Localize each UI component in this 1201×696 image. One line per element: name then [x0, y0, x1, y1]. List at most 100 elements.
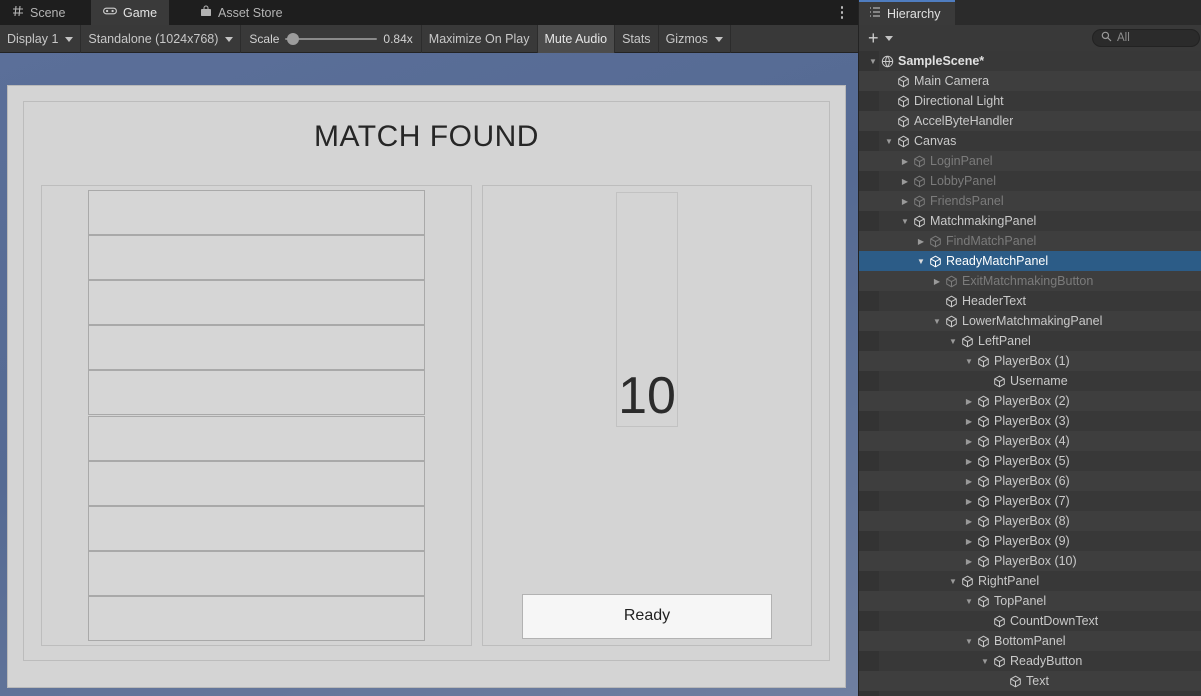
hierarchy-row-readymatchpanel[interactable]: ▼ ReadyMatchPanel: [859, 251, 1201, 271]
tab-game[interactable]: Game: [91, 0, 170, 25]
player-box-list: [88, 190, 425, 641]
tab-hierarchy[interactable]: Hierarchy: [859, 0, 955, 25]
hierarchy-tree[interactable]: ▼ SampleScene* Main Camera Directional Ligh…: [859, 51, 1201, 696]
chevron-down-icon[interactable]: ▼: [883, 137, 895, 146]
chevron-down-icon[interactable]: ▼: [867, 57, 879, 66]
chevron-right-icon[interactable]: ▶: [899, 177, 911, 186]
chevron-down-icon[interactable]: ▼: [947, 337, 959, 346]
chevron-down-icon[interactable]: ▼: [963, 597, 975, 606]
chevron-down-icon[interactable]: ▼: [947, 577, 959, 586]
gameobject-icon: [895, 75, 911, 88]
hierarchy-row-bottompanel[interactable]: ▼ BottomPanel: [859, 631, 1201, 651]
chevron-right-icon[interactable]: ▶: [931, 277, 943, 286]
gameobject-icon: [959, 575, 975, 588]
hierarchy-row-playerbox-10[interactable]: ▶ PlayerBox (10): [859, 551, 1201, 571]
chevron-right-icon[interactable]: ▶: [963, 477, 975, 486]
hierarchy-row-samplescene[interactable]: ▼ SampleScene*: [859, 51, 1201, 71]
chevron-right-icon[interactable]: ▶: [899, 197, 911, 206]
hierarchy-pane: Hierarchy + All ▼ SampleScene* Main Camera…: [858, 0, 1201, 696]
hierarchy-row-exitmatchmakingbutton[interactable]: ▶ ExitMatchmakingButton: [859, 271, 1201, 291]
game-view-canvas[interactable]: MATCH FOUND 10 Ready: [0, 53, 858, 696]
hierarchy-row-playerbox-3[interactable]: ▶ PlayerBox (3): [859, 411, 1201, 431]
gamepad-icon: [103, 5, 117, 20]
scale-slider[interactable]: [285, 32, 378, 46]
grid-icon: [12, 5, 24, 20]
hierarchy-row-findmatchpanel[interactable]: ▶ FindMatchPanel: [859, 231, 1201, 251]
ready-button[interactable]: Ready: [522, 593, 772, 639]
chevron-down-icon[interactable]: ▼: [899, 217, 911, 226]
hierarchy-row-playerbox-5[interactable]: ▶ PlayerBox (5): [859, 451, 1201, 471]
hierarchy-row-main-camera[interactable]: Main Camera: [859, 71, 1201, 91]
hierarchy-row-label: FindMatchPanel: [946, 234, 1037, 248]
right-panel: 10 Ready: [482, 185, 812, 646]
hierarchy-row-playerbox-2[interactable]: ▶ PlayerBox (2): [859, 391, 1201, 411]
chevron-right-icon[interactable]: ▶: [963, 497, 975, 506]
hierarchy-row-label: PlayerBox (6): [994, 474, 1070, 488]
player-box: [88, 415, 425, 461]
display-dropdown[interactable]: Display 1: [0, 25, 82, 53]
chevron-down-icon[interactable]: ▼: [979, 657, 991, 666]
gameobject-icon: [943, 295, 959, 308]
maximize-on-play-button[interactable]: Maximize On Play: [422, 25, 538, 53]
player-box: [88, 595, 425, 641]
hierarchy-row-playerbox-7[interactable]: ▶ PlayerBox (7): [859, 491, 1201, 511]
hierarchy-row-leftpanel[interactable]: ▼ LeftPanel: [859, 331, 1201, 351]
kebab-menu-icon[interactable]: [835, 3, 849, 22]
chevron-right-icon[interactable]: ▶: [963, 517, 975, 526]
hierarchy-row-playerbox-9[interactable]: ▶ PlayerBox (9): [859, 531, 1201, 551]
hierarchy-toolbar: + All: [859, 25, 1201, 51]
hierarchy-row-text[interactable]: Text: [859, 671, 1201, 691]
hierarchy-row-readybutton[interactable]: ▼ ReadyButton: [859, 651, 1201, 671]
chevron-down-icon[interactable]: ▼: [915, 257, 927, 266]
hierarchy-row-label: ReadyMatchPanel: [946, 254, 1049, 268]
hierarchy-row-headertext[interactable]: HeaderText: [859, 291, 1201, 311]
hierarchy-row-playerbox-1[interactable]: ▼ PlayerBox (1): [859, 351, 1201, 371]
search-input-placeholder: All: [1117, 32, 1130, 44]
hierarchy-row-accelbytehandler[interactable]: AccelByteHandler: [859, 111, 1201, 131]
hierarchy-row-matchmakingpanel[interactable]: ▼ MatchmakingPanel: [859, 211, 1201, 231]
count-down-text: 10: [618, 367, 676, 425]
gameobject-icon: [943, 275, 959, 288]
hierarchy-row-lobbypanel[interactable]: ▶ LobbyPanel: [859, 171, 1201, 191]
chevron-down-icon[interactable]: ▼: [931, 317, 943, 326]
chevron-right-icon[interactable]: ▶: [963, 417, 975, 426]
gameobject-icon: [975, 595, 991, 608]
search-input[interactable]: All: [1092, 29, 1200, 47]
chevron-down-icon[interactable]: ▼: [963, 357, 975, 366]
player-box: [88, 190, 425, 235]
mute-audio-button[interactable]: Mute Audio: [537, 25, 616, 53]
chevron-right-icon[interactable]: ▶: [963, 457, 975, 466]
hierarchy-row-playerbox-4[interactable]: ▶ PlayerBox (4): [859, 431, 1201, 451]
hierarchy-row-lowermatchmakingpanel[interactable]: ▼ LowerMatchmakingPanel: [859, 311, 1201, 331]
hierarchy-row-username[interactable]: Username: [859, 371, 1201, 391]
resolution-dropdown[interactable]: Standalone (1024x768): [81, 25, 242, 53]
resolution-dropdown-label: Standalone (1024x768): [88, 32, 219, 46]
chevron-right-icon[interactable]: ▶: [963, 557, 975, 566]
chevron-right-icon[interactable]: ▶: [899, 157, 911, 166]
scale-slider-knob[interactable]: [287, 33, 300, 45]
gameobject-icon: [991, 375, 1007, 388]
hierarchy-row-toppanel[interactable]: ▼ TopPanel: [859, 591, 1201, 611]
hierarchy-row-canvas[interactable]: ▼ Canvas: [859, 131, 1201, 151]
create-object-button[interactable]: +: [865, 29, 896, 47]
gizmos-dropdown[interactable]: Gizmos: [659, 25, 731, 53]
hierarchy-row-directional-light[interactable]: Directional Light: [859, 91, 1201, 111]
hierarchy-row-playerbox-6[interactable]: ▶ PlayerBox (6): [859, 471, 1201, 491]
mute-audio-label: Mute Audio: [544, 32, 608, 46]
stats-button[interactable]: Stats: [615, 25, 659, 53]
hierarchy-row-label: PlayerBox (7): [994, 494, 1070, 508]
chevron-right-icon[interactable]: ▶: [963, 397, 975, 406]
chevron-down-icon[interactable]: ▼: [963, 637, 975, 646]
tab-scene[interactable]: Scene: [0, 0, 77, 25]
hierarchy-row-friendspanel[interactable]: ▶ FriendsPanel: [859, 191, 1201, 211]
hierarchy-row-rightpanel[interactable]: ▼ RightPanel: [859, 571, 1201, 591]
hierarchy-row-label: Username: [1010, 374, 1068, 388]
gameobject-icon: [975, 515, 991, 528]
chevron-right-icon[interactable]: ▶: [963, 537, 975, 546]
chevron-right-icon[interactable]: ▶: [915, 237, 927, 246]
tab-asset-store[interactable]: Asset Store: [188, 0, 295, 25]
hierarchy-row-countdowntext[interactable]: CountDownText: [859, 611, 1201, 631]
hierarchy-row-playerbox-8[interactable]: ▶ PlayerBox (8): [859, 511, 1201, 531]
hierarchy-row-loginpanel[interactable]: ▶ LoginPanel: [859, 151, 1201, 171]
chevron-right-icon[interactable]: ▶: [963, 437, 975, 446]
